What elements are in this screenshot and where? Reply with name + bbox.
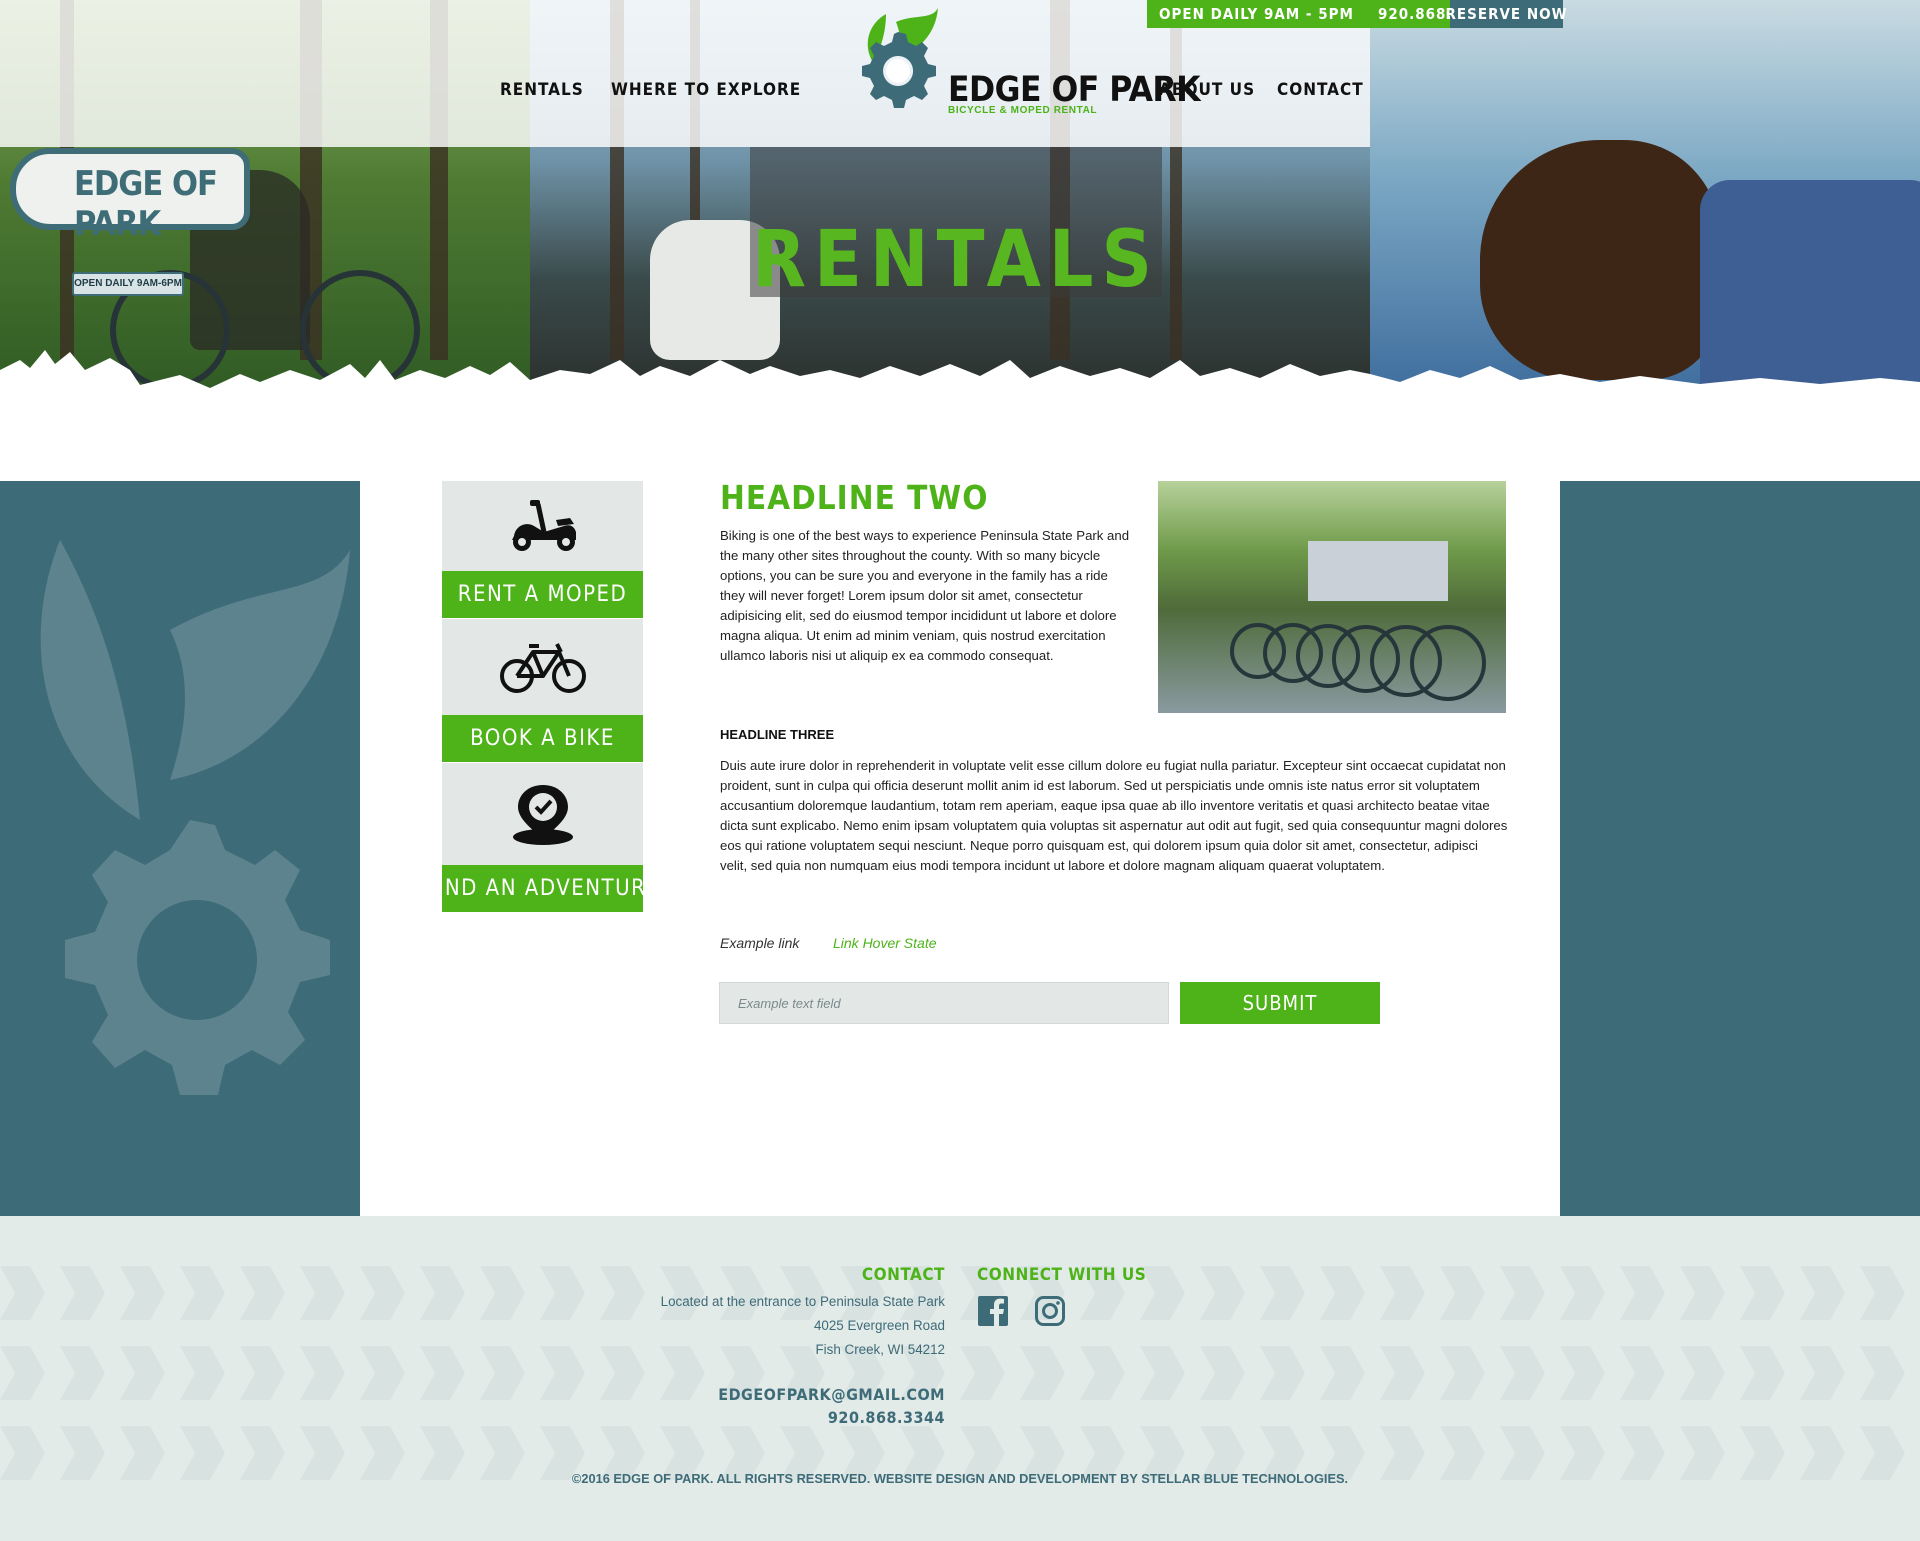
footer-connect-heading: CONNECT WITH US	[977, 1265, 1147, 1285]
logo-title: EDGE OF PARK	[948, 70, 1201, 110]
instagram-icon[interactable]	[1034, 1295, 1066, 1327]
rent-moped-label: RENT A MOPED	[442, 571, 643, 618]
map-pin-icon	[512, 785, 573, 845]
footer-address-line: Fish Creek, WI 54212	[815, 1342, 946, 1357]
submit-button[interactable]: SUBMIT	[1180, 982, 1380, 1024]
reserve-now-button[interactable]: RESERVE NOW	[1446, 0, 1566, 28]
intro-paragraph: Biking is one of the best ways to experi…	[720, 528, 1130, 663]
text-field-placeholder: Example text field	[738, 995, 841, 1011]
hero-banner: EDGE OF PARK OPEN DAILY 9AM-6PM RENTALS …	[0, 0, 1920, 400]
find-adventure-card[interactable]: FIND AN ADVENTURE	[425, 763, 659, 912]
example-link[interactable]: Example link	[720, 935, 799, 951]
submit-label: SUBMIT	[1242, 991, 1318, 1015]
snowy-treeline-divider	[0, 350, 1920, 400]
hover-state-link[interactable]: Link Hover State	[833, 935, 937, 951]
example-text-field[interactable]: Example text field	[719, 982, 1169, 1024]
footer-address-line: Located at the entrance to Peninsula Sta…	[660, 1294, 945, 1309]
nav-contact[interactable]: CONTACT	[1277, 80, 1364, 100]
book-bike-card[interactable]: BOOK A BIKE	[442, 619, 643, 762]
body-paragraph: Duis aute irure dolor in reprehenderit i…	[720, 758, 1508, 873]
gear-leaf-icon	[862, 8, 938, 108]
watermark-gear-leaf-icon	[40, 540, 350, 1095]
nav-rentals[interactable]: RENTALS	[500, 80, 584, 100]
moped-icon	[511, 500, 576, 551]
bike-rack-photo	[1158, 481, 1506, 713]
footer-address-line: 4025 Evergreen Road	[813, 1318, 945, 1333]
copyright-text: ©2016 EDGE OF PARK. ALL RIGHTS RESERVED.…	[571, 1471, 1349, 1486]
site-footer	[0, 1216, 1920, 1541]
hours-text: OPEN DAILY 9AM - 5PM	[1159, 5, 1354, 23]
hero-sign-title: EDGE OF PARK	[74, 164, 218, 244]
hero-sign: EDGE OF PARK	[10, 148, 250, 244]
logo-subtitle: BICYCLE & MOPED RENTAL	[948, 105, 1098, 116]
site-logo[interactable]: EDGE OF PARK BICYCLE & MOPED RENTAL	[838, 4, 1201, 140]
footer-contact-heading: CONTACT	[861, 1265, 945, 1285]
hero-sign-board: OPEN DAILY 9AM-6PM	[72, 272, 184, 296]
hours-phone-bar: OPEN DAILY 9AM - 5PM 920.868.3344	[1147, 0, 1493, 28]
headline-three: HEADLINE THREE	[720, 727, 835, 742]
reserve-now-label: RESERVE NOW	[1445, 5, 1568, 23]
find-adventure-label: FIND AN ADVENTURE	[425, 865, 659, 912]
facebook-icon[interactable]	[977, 1295, 1009, 1327]
footer-email-link[interactable]: EDGEOFPARK@GMAIL.COM	[718, 1385, 945, 1404]
book-bike-label: BOOK A BIKE	[442, 715, 643, 762]
footer-phone-link[interactable]: 920.868.3344	[828, 1408, 945, 1427]
tire-tread-pattern	[0, 1346, 1920, 1400]
nav-where-to-explore[interactable]: WHERE TO EXPLORE	[611, 80, 801, 100]
tire-tread-pattern	[0, 1266, 1920, 1320]
headline-two: HEADLINE TWO	[720, 478, 989, 517]
bicycle-icon	[499, 643, 586, 693]
page-title: RENTALS	[751, 215, 1161, 305]
hero-sign-hours: OPEN DAILY 9AM-6PM	[74, 278, 182, 289]
rent-moped-card[interactable]: RENT A MOPED	[442, 481, 643, 618]
